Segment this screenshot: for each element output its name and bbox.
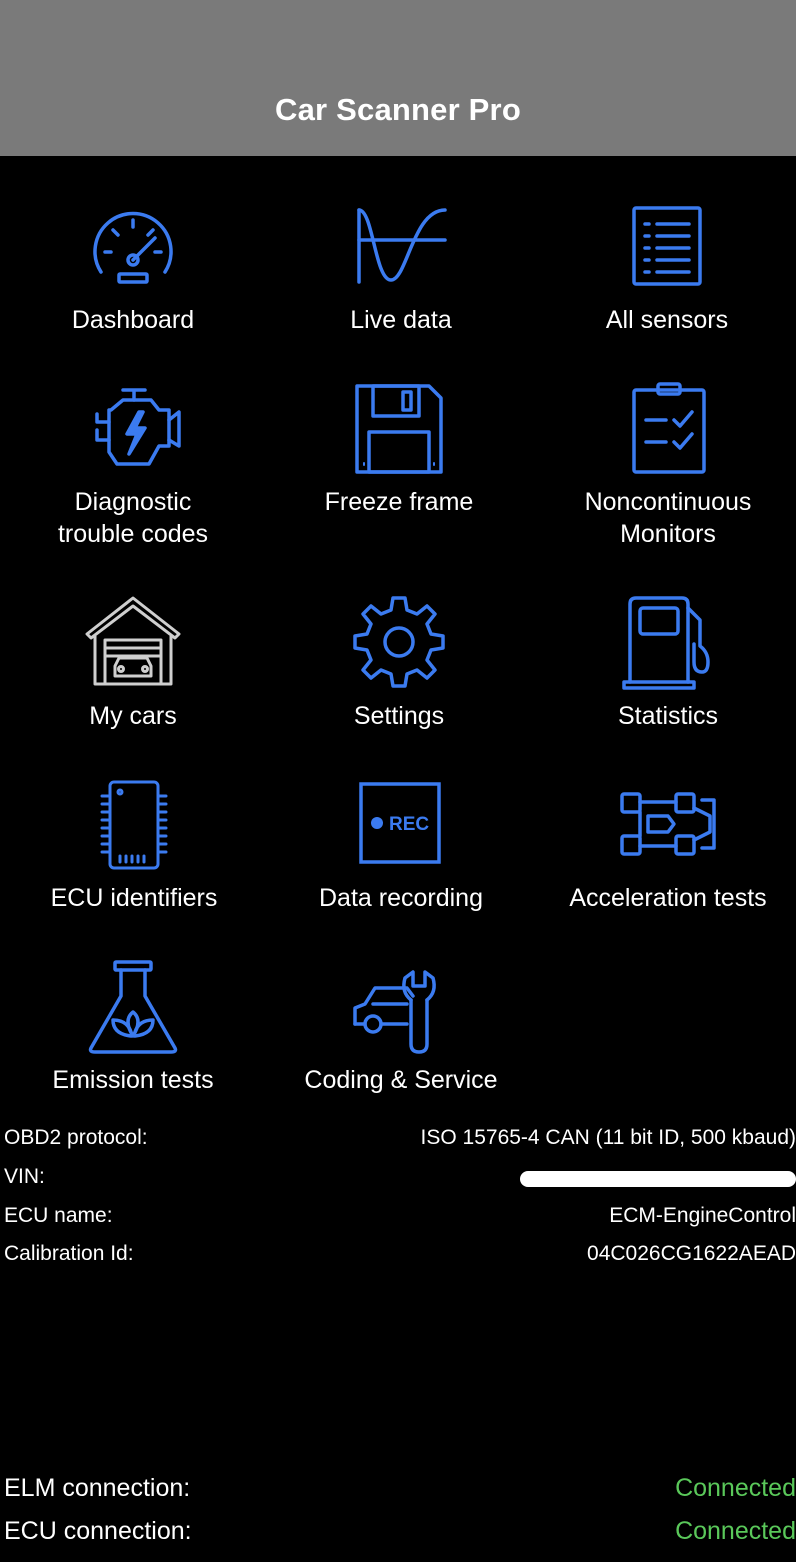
vin-redaction-mark xyxy=(520,1171,796,1187)
diagnostic-trouble-codes-button[interactable]: Diagnostic trouble codes xyxy=(8,382,258,552)
rec-badge-text: REC xyxy=(389,814,429,835)
all-sensors-button[interactable]: All sensors xyxy=(542,200,792,350)
vin-row: VIN: xyxy=(0,1159,796,1195)
ecu-connection-label: ECU connection: xyxy=(4,1517,192,1545)
noncontinuous-monitors-label: Noncontinuous Monitors xyxy=(584,488,752,548)
elm-connection-status: Connected xyxy=(675,1474,796,1502)
ecu-identifiers-label: ECU identifiers xyxy=(50,884,218,912)
page-title: Car Scanner Pro xyxy=(275,92,521,127)
ecu-name-label: ECU name: xyxy=(4,1204,113,1227)
vin-label: VIN: xyxy=(4,1165,45,1188)
settings-label: Settings xyxy=(353,702,445,730)
app-header: Car Scanner Pro xyxy=(0,0,796,156)
my-cars-button[interactable]: My cars xyxy=(8,596,258,746)
dashboard-label: Dashboard xyxy=(71,306,195,334)
emission-tests-button[interactable]: Emission tests xyxy=(8,960,258,1110)
my-cars-label: My cars xyxy=(89,702,177,730)
ecu-name-row: ECU name: ECM-EngineControl xyxy=(0,1198,796,1234)
clipboard-check-icon xyxy=(618,382,718,482)
ecu-identifiers-button[interactable]: ECU identifiers xyxy=(9,778,259,928)
ecu-chip-icon xyxy=(84,778,184,878)
speedometer-icon xyxy=(83,200,183,300)
ecu-connection-row: ECU connection: Connected xyxy=(0,1511,796,1551)
coding-service-button[interactable]: Coding & Service xyxy=(276,960,526,1110)
statistics-label: Statistics xyxy=(617,702,719,730)
ecu-name-value: ECM-EngineControl xyxy=(609,1204,796,1227)
calibration-id-row: Calibration Id: 04C026CG1622AEAD xyxy=(0,1236,796,1272)
waveform-icon xyxy=(351,200,451,300)
floppy-disk-icon xyxy=(349,382,449,482)
settings-button[interactable]: Settings xyxy=(274,596,524,746)
fuel-pump-icon xyxy=(618,596,718,696)
engine-icon xyxy=(83,382,183,482)
statistics-button[interactable]: Statistics xyxy=(543,596,793,746)
acceleration-tests-button[interactable]: Acceleration tests xyxy=(543,778,793,928)
obd2-protocol-label: OBD2 protocol: xyxy=(4,1126,148,1149)
dashboard-button[interactable]: Dashboard xyxy=(8,200,258,350)
noncontinuous-monitors-button[interactable]: Noncontinuous Monitors xyxy=(543,382,793,552)
elm-connection-row: ELM connection: Connected xyxy=(0,1468,796,1508)
obd2-protocol-value: ISO 15765-4 CAN (11 bit ID, 500 kbaud) xyxy=(420,1126,796,1149)
coding-service-label: Coding & Service xyxy=(304,1066,498,1094)
obd2-protocol-row: OBD2 protocol: ISO 15765-4 CAN (11 bit I… xyxy=(0,1120,796,1156)
diagnostic-trouble-codes-label: Diagnostic trouble codes xyxy=(57,488,209,548)
freeze-frame-label: Freeze frame xyxy=(324,488,474,516)
live-data-label: Live data xyxy=(350,306,452,334)
garage-car-icon xyxy=(83,596,183,696)
race-car-icon xyxy=(618,778,718,878)
data-recording-button[interactable]: REC Data recording xyxy=(276,778,526,928)
acceleration-tests-label: Acceleration tests xyxy=(569,884,767,912)
all-sensors-label: All sensors xyxy=(605,306,729,334)
elm-connection-label: ELM connection: xyxy=(4,1474,191,1502)
freeze-frame-button[interactable]: Freeze frame xyxy=(274,382,524,552)
ecu-connection-status: Connected xyxy=(675,1517,796,1545)
car-wrench-icon xyxy=(351,960,451,1060)
emission-tests-label: Emission tests xyxy=(52,1066,214,1094)
live-data-button[interactable]: Live data xyxy=(276,200,526,350)
flask-leaf-icon xyxy=(83,960,183,1060)
calibration-id-label: Calibration Id: xyxy=(4,1242,134,1265)
data-recording-label: Data recording xyxy=(319,884,483,912)
gear-icon xyxy=(349,596,449,696)
rec-icon: REC xyxy=(351,778,451,878)
calibration-id-value: 04C026CG1622AEAD xyxy=(587,1242,796,1265)
list-icon xyxy=(617,200,717,300)
